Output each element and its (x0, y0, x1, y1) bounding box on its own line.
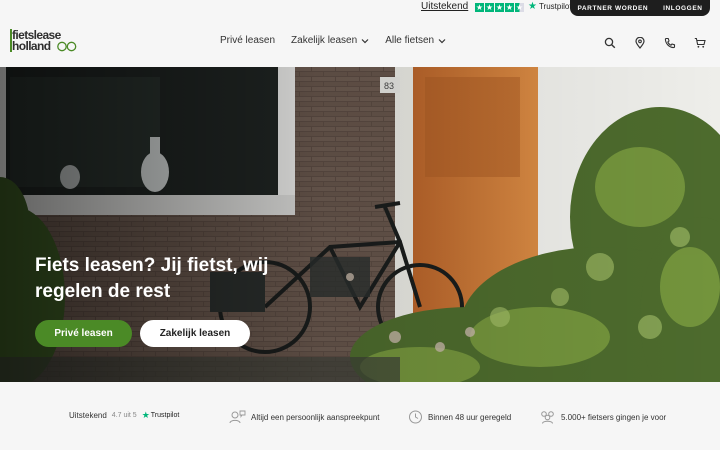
usp-item-48h: Binnen 48 uur geregeld (408, 410, 511, 424)
site-logo[interactable]: fietslease holland (10, 29, 78, 53)
cart-icon[interactable] (694, 36, 706, 48)
trustpilot-rating-link[interactable]: Uitstekend (421, 1, 468, 12)
partner-worden-link[interactable]: PARTNER WORDEN (577, 5, 648, 12)
search-icon[interactable] (604, 36, 616, 49)
usp-item-5000: 5.000+ fietsers gingen je voor (539, 410, 666, 424)
trustpilot-summary[interactable]: Uitstekend 4.7 uit 5 ★ Trustpilot (69, 410, 179, 421)
person-chat-icon (229, 410, 246, 424)
trustpilot-star-icon: ★ (141, 410, 150, 420)
zakelijk-leasen-button[interactable]: Zakelijk leasen (140, 320, 250, 347)
account-pill: PARTNER WORDEN INLOGGEN (570, 0, 710, 16)
star-icon: ★ (485, 3, 494, 12)
chevron-down-icon (438, 38, 446, 43)
usp-item-personal: Altijd een persoonlijk aanspreekpunt (229, 410, 380, 424)
rating-score: 4.7 uit 5 (111, 412, 137, 419)
hero-banner: 83 (0, 67, 720, 382)
star-icon: ★ (495, 3, 504, 12)
trustpilot-logo-small: ★ Trustpilot (141, 410, 180, 420)
phone-icon[interactable] (664, 36, 676, 49)
usp-bar: Uitstekend 4.7 uit 5 ★ Trustpilot Altijd… (0, 382, 720, 450)
prive-leasen-button[interactable]: Privé leasen (35, 320, 132, 347)
hero-title: Fiets leasen? Jij fietst, wij regelen de… (35, 255, 269, 302)
trustpilot-logo: ★ Trustpilot (528, 1, 572, 12)
nav-alle-fietsen[interactable]: Alle fietsen (385, 35, 446, 46)
clock-icon (409, 410, 422, 424)
location-pin-icon[interactable] (634, 36, 646, 49)
chevron-down-icon (361, 38, 369, 43)
bike-wheels-icon (57, 41, 77, 52)
group-icon (541, 411, 554, 424)
main-nav: Privé leasen Zakelijk leasen Alle fietse… (220, 35, 446, 46)
trustpilot-stars: ★ ★ ★ ★ ★ (475, 3, 524, 12)
inloggen-link[interactable]: INLOGGEN (663, 5, 702, 12)
header-icons (604, 36, 706, 49)
star-icon: ★ (505, 3, 514, 12)
star-half-icon: ★ (515, 3, 524, 12)
star-icon: ★ (475, 3, 484, 12)
nav-zakelijk-leasen[interactable]: Zakelijk leasen (291, 35, 369, 46)
trustpilot-star-icon: ★ (528, 1, 537, 12)
nav-prive-leasen[interactable]: Privé leasen (220, 35, 275, 46)
top-bar: Uitstekend ★ ★ ★ ★ ★ ★ Trustpilot PARTNE… (0, 0, 720, 16)
